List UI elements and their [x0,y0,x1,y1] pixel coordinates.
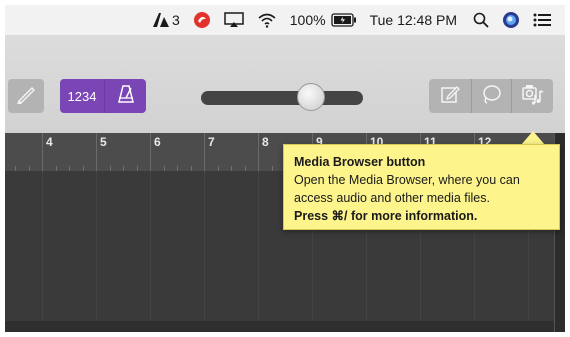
menu-bar: 3 100% Tue 12:48 PM [5,5,565,35]
battery-percent: 100% [289,12,326,28]
note-pad-button[interactable] [429,79,471,113]
notification-center-icon[interactable] [533,13,551,27]
adobe-status-count: 3 [171,12,180,28]
pencil-icon [16,84,36,109]
tooltip-body: Open the Media Browser, where you can ac… [294,173,520,205]
bar-divider [150,133,151,171]
view-buttons-group [429,79,553,113]
bar-number: 7 [208,135,215,149]
garageband-window: 3 100% Tue 12:48 PM 1234 4 5 6 7 8 9 10 … [5,5,565,332]
tooltip-arrow [521,131,545,145]
grid-line [258,171,259,321]
grid-line [150,171,151,321]
siri-icon[interactable] [502,11,520,29]
adobe-status-item[interactable]: 3 [152,12,180,28]
metronome-icon [116,84,136,109]
bar-number: 6 [154,135,161,149]
bar-divider [204,133,205,171]
bar-divider [96,133,97,171]
master-volume-slider-knob[interactable] [297,83,326,111]
media-browser-button[interactable] [511,79,554,113]
tooltip-title: Media Browser button [294,155,426,169]
battery-status[interactable]: 100% [290,12,357,28]
metronome-button[interactable] [104,79,147,113]
media-browser-tooltip: Media Browser button Open the Media Brow… [283,144,560,230]
adobe-status-icon [152,12,170,28]
loop-browser-button[interactable] [471,79,512,113]
bottom-strip [5,321,565,332]
grid-line [42,171,43,321]
grid-line [204,171,205,321]
wifi-icon[interactable] [257,12,277,28]
count-in-button[interactable]: 1234 [60,79,104,113]
bar-divider [42,133,43,171]
bar-divider [258,133,259,171]
airplay-icon[interactable] [224,12,244,28]
count-in-metronome-group: 1234 [60,79,146,113]
red-app-status-icon[interactable] [193,11,211,29]
editors-button[interactable] [8,79,44,113]
media-browser-icon [521,83,545,110]
bar-number: 5 [100,135,107,149]
loops-icon [481,84,503,109]
master-volume-slider-track[interactable] [201,91,363,105]
notepad-icon [440,84,460,109]
grid-line [96,171,97,321]
clock[interactable]: Tue 12:48 PM [370,12,457,28]
spotlight-icon[interactable] [473,12,489,28]
control-bar: 1234 [5,35,565,134]
battery-icon [330,13,357,27]
bar-number: 4 [46,135,53,149]
tooltip-help: Press ⌘/ for more information. [294,209,478,223]
bar-number: 8 [262,135,269,149]
